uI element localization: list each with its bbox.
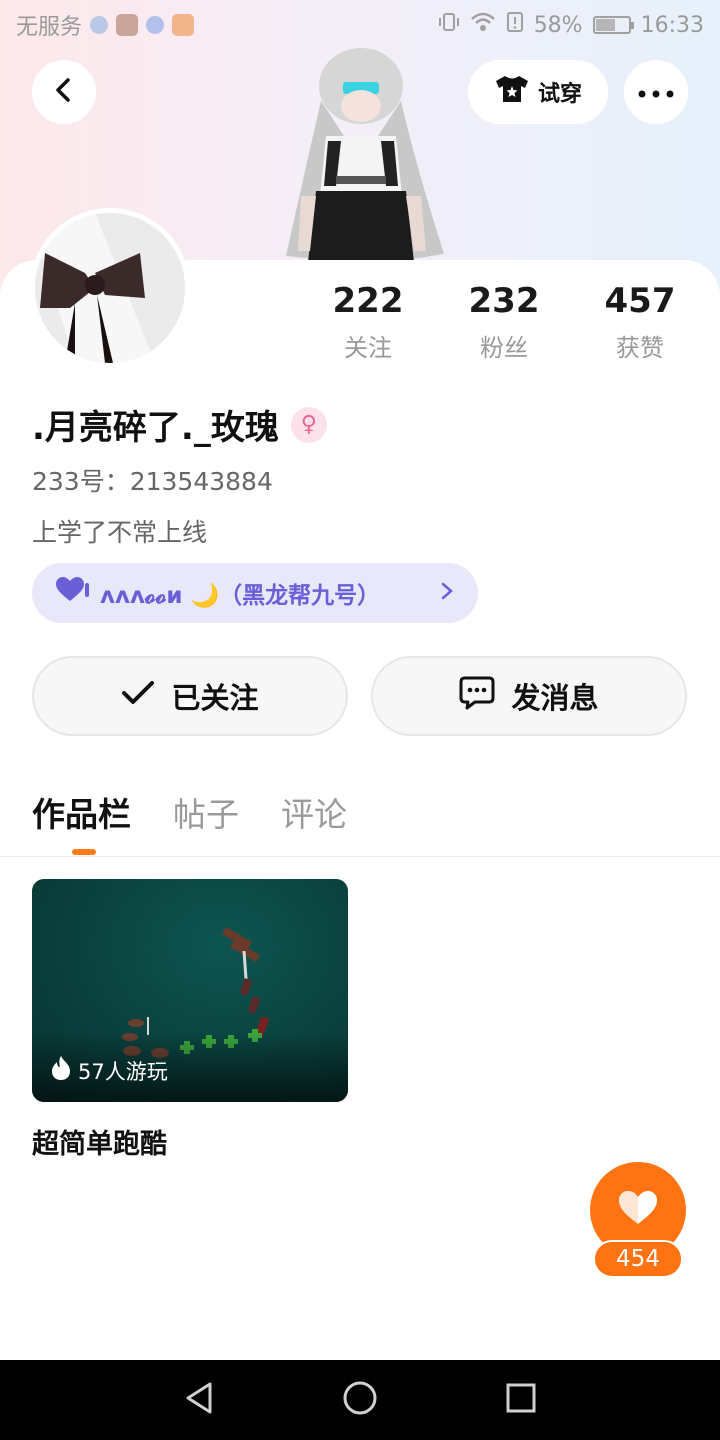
- back-triangle-icon[interactable]: [183, 1381, 215, 1419]
- badge-text: ᴧᴧᴧ𝓸𝓸ᴎ 🌙（黑龙帮九号）: [100, 583, 381, 609]
- character-figure: [266, 46, 456, 262]
- group-badge[interactable]: ᴧᴧᴧ𝓸𝓸ᴎ 🌙（黑龙帮九号）: [32, 563, 478, 623]
- wifi-icon: [470, 11, 496, 39]
- carrier-label: 无服务: [16, 15, 83, 40]
- battery-percent: 58%: [533, 12, 583, 38]
- tab-posts[interactable]: 帖子: [173, 788, 239, 836]
- play-count-text: 57人游玩: [78, 1059, 168, 1084]
- following-button[interactable]: 已关注: [32, 656, 348, 736]
- tabs-divider: [0, 856, 720, 857]
- music-app-icon: [146, 16, 165, 34]
- checkmark-icon: [121, 679, 155, 713]
- flame-icon: [50, 1055, 72, 1086]
- try-on-label: 试穿: [537, 82, 582, 107]
- work-card[interactable]: 57人游玩: [32, 879, 348, 1102]
- tab-comments[interactable]: 评论: [281, 788, 347, 836]
- likes-count: 457: [604, 281, 676, 321]
- heart-icon: [618, 1190, 658, 1230]
- following-button-label: 已关注: [171, 681, 259, 715]
- following-label: 关注: [344, 334, 392, 362]
- tab-works[interactable]: 作品栏: [32, 788, 131, 836]
- play-app-icon: [172, 14, 195, 36]
- likes-label: 获赞: [616, 334, 664, 362]
- clock: 16:33: [640, 12, 704, 38]
- status-bar: 无服务 58% 16:33: [0, 0, 720, 50]
- video-app-icon: [116, 14, 139, 36]
- tshirt-icon: [494, 74, 530, 110]
- home-circle-icon[interactable]: [342, 1380, 378, 1420]
- content-tabs: 作品栏 帖子 评论: [32, 788, 347, 836]
- following-stat[interactable]: 222 关注: [300, 280, 436, 363]
- avatar[interactable]: [30, 208, 190, 368]
- send-message-button[interactable]: 发消息: [371, 656, 687, 736]
- heart-icon: [56, 577, 90, 609]
- back-button[interactable]: [32, 60, 96, 124]
- try-on-button[interactable]: 试穿: [468, 60, 608, 124]
- recents-square-icon[interactable]: [505, 1382, 537, 1418]
- followers-stat[interactable]: 232 粉丝: [436, 280, 572, 363]
- more-dots-icon: [638, 83, 674, 102]
- stats-row: 222 关注 232 粉丝 457 获赞: [300, 280, 720, 363]
- chat-bubble-icon: [459, 676, 495, 717]
- following-count: 222: [332, 281, 404, 321]
- system-nav-bar: [0, 1360, 720, 1440]
- sim-alert-icon: [506, 11, 524, 39]
- vibrate-icon: [438, 11, 460, 39]
- like-count: 454: [593, 1240, 683, 1278]
- browser-app-icon: [90, 16, 109, 34]
- female-gender-icon: ♀: [290, 406, 327, 443]
- play-count: 57人游玩: [50, 1055, 168, 1086]
- username-row: .月亮碎了._玫瑰 ♀: [32, 400, 327, 449]
- username: .月亮碎了._玫瑰: [32, 408, 279, 448]
- work-title[interactable]: 超简单跑酷: [32, 1122, 167, 1161]
- user-id[interactable]: 233号：213543884: [32, 462, 273, 498]
- active-tab-indicator: [72, 849, 96, 855]
- more-options-button[interactable]: [624, 60, 688, 124]
- user-bio: 上学了不常上线: [32, 518, 208, 547]
- send-message-label: 发消息: [511, 681, 599, 715]
- followers-count: 232: [468, 281, 540, 321]
- back-arrow-icon: [51, 77, 77, 107]
- likes-stat[interactable]: 457 获赞: [572, 280, 708, 363]
- battery-icon: [592, 16, 634, 34]
- followers-label: 粉丝: [480, 334, 528, 362]
- chevron-right-icon: [440, 578, 454, 608]
